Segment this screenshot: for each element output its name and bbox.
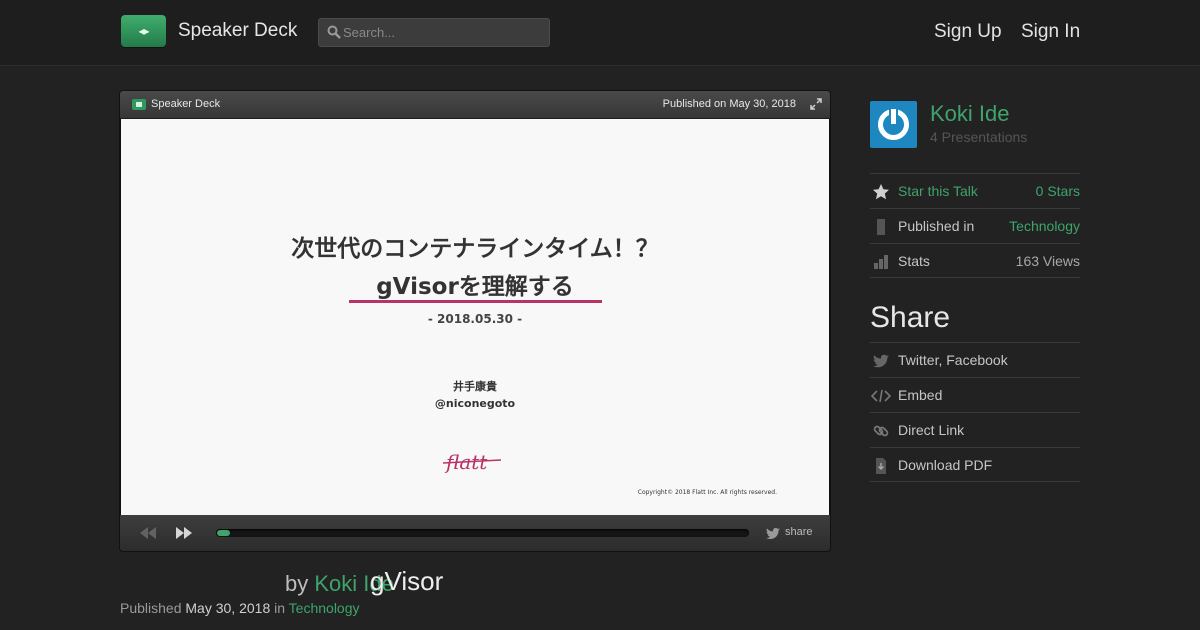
star-count: 0 Stars: [1035, 183, 1080, 199]
star-talk-label[interactable]: Star this Talk: [898, 183, 978, 199]
fullscreen-icon[interactable]: [810, 98, 822, 110]
player-header: Speaker Deck Published on May 30, 2018: [120, 91, 830, 119]
published-line: Published May 30, 2018 in Technology: [120, 600, 360, 616]
next-slide-icon[interactable]: [176, 527, 192, 539]
avatar[interactable]: [870, 101, 917, 148]
slide-progress-bar[interactable]: [216, 529, 749, 537]
twitter-icon: [873, 354, 889, 368]
slide-title-underline: [349, 300, 602, 303]
share-download-pdf[interactable]: Download PDF: [870, 447, 1080, 482]
link-icon: [873, 425, 889, 437]
share-direct-link-label[interactable]: Direct Link: [898, 422, 964, 438]
player-published-date: Published on May 30, 2018: [662, 98, 796, 110]
share-heading: Share: [870, 301, 951, 334]
code-icon: [871, 389, 891, 403]
flatt-logo: flatt: [443, 450, 502, 474]
share-download-pdf-label[interactable]: Download PDF: [898, 457, 992, 473]
slide-canvas[interactable]: 次世代のコンテナラインタイム！？ gVisorを理解する - 2018.05.3…: [121, 119, 829, 515]
slide-handle: @niconegoto: [434, 397, 516, 410]
talk-title: gVisor: [370, 566, 444, 596]
share-embed[interactable]: Embed: [870, 377, 1080, 412]
published-label: Published: [120, 600, 182, 616]
slide-player: Speaker Deck Published on May 30, 2018 次…: [120, 91, 830, 551]
published-in-category[interactable]: Technology: [1009, 218, 1080, 234]
top-bar: ◂▸ Speaker Deck Sign Up Sign In: [0, 0, 1200, 66]
star-icon: [873, 184, 889, 200]
player-controls: share: [120, 515, 830, 551]
published-date: May 30, 2018: [185, 600, 271, 616]
slide-title-line-2: gVisorを理解する: [376, 274, 574, 300]
slide-author: 井手康貴: [453, 380, 497, 393]
search-input[interactable]: [343, 19, 543, 46]
published-in-label: Published in: [898, 218, 975, 234]
in-label: in: [274, 600, 286, 616]
speakerdeck-small-icon: [132, 99, 146, 110]
download-pdf-icon: [876, 458, 886, 474]
share-twitter-facebook-label[interactable]: Twitter, Facebook: [898, 352, 1008, 368]
player-brand[interactable]: Speaker Deck: [151, 98, 220, 110]
share-twitter-facebook[interactable]: Twitter, Facebook: [870, 342, 1080, 377]
sidebar-presentation-count[interactable]: 4 Presentations: [930, 129, 1027, 145]
category-link[interactable]: Technology: [289, 600, 360, 616]
sign-in-link[interactable]: Sign In: [1021, 21, 1080, 43]
slide-title-line-1: 次世代のコンテナラインタイム！？: [291, 236, 659, 262]
published-in-row: Published in Technology: [870, 208, 1080, 243]
share-link[interactable]: share: [785, 526, 813, 538]
sign-up-link[interactable]: Sign Up: [934, 21, 1002, 43]
twitter-bird-icon: [766, 528, 780, 539]
stats-row: Stats 163 Views: [870, 243, 1080, 278]
stats-views: 163 Views: [1015, 253, 1080, 269]
speakerdeck-logo-icon[interactable]: ◂▸: [121, 15, 166, 47]
sidebar-author-name[interactable]: Koki Ide: [930, 101, 1010, 127]
slide-date: - 2018.05.30 -: [427, 312, 523, 326]
share-direct-link[interactable]: Direct Link: [870, 412, 1080, 447]
bookmark-icon: [877, 219, 885, 235]
previous-slide-icon[interactable]: [140, 527, 156, 539]
by-label: by: [285, 571, 309, 596]
search-icon: [327, 25, 341, 39]
share-embed-label[interactable]: Embed: [898, 387, 942, 403]
slide-progress-fill: [217, 530, 230, 536]
search-box[interactable]: [318, 18, 550, 47]
bar-chart-icon: [874, 255, 888, 269]
slide-copyright: Copyright© 2018 Flatt Inc. All rights re…: [637, 489, 777, 496]
brand-link[interactable]: Speaker Deck: [178, 20, 297, 42]
star-talk-row[interactable]: Star this Talk 0 Stars: [870, 173, 1080, 208]
stats-label: Stats: [898, 253, 930, 269]
power-icon: [878, 108, 909, 140]
